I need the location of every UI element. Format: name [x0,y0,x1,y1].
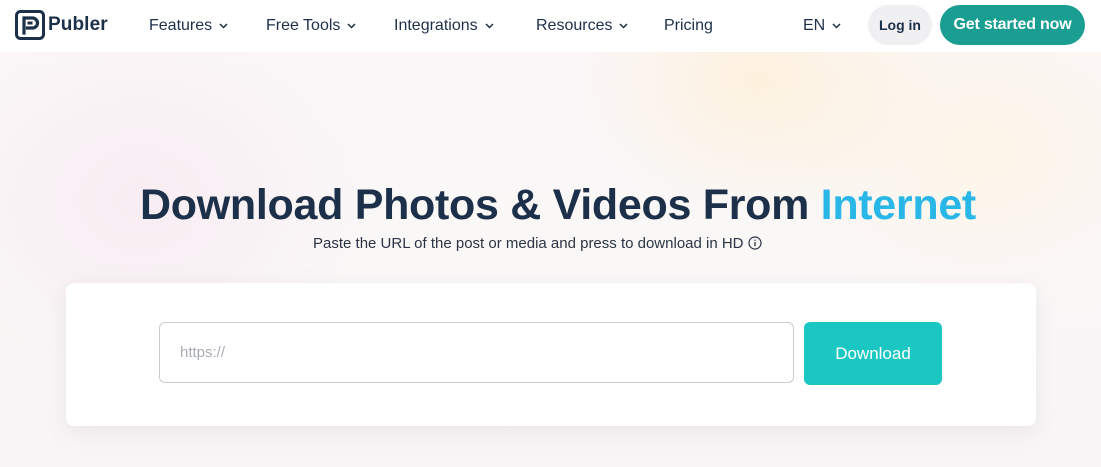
page-title-main: Download Photos & Videos From [140,180,821,229]
nav-integrations[interactable]: Integrations [394,15,494,37]
chevron-down-icon [219,23,228,29]
language-selector[interactable]: EN [803,15,841,37]
chevron-down-icon [347,23,356,29]
page-title-accent: Internet [820,180,977,229]
nav-free-tools[interactable]: Free Tools [266,15,356,37]
download-card: Download [66,283,1036,426]
download-button[interactable]: Download [804,322,942,385]
chevron-down-icon [832,23,841,29]
nav-features-label: Features [149,17,213,34]
page: Publer Features Free Tools Integrations … [0,0,1101,467]
get-started-button[interactable]: Get started now [940,5,1085,45]
language-label: EN [803,17,826,34]
nav-free-tools-label: Free Tools [266,17,341,34]
top-navbar: Publer Features Free Tools Integrations … [0,0,1101,52]
nav-resources[interactable]: Resources [536,15,629,37]
login-button[interactable]: Log in [868,5,932,45]
page-subtitle-text: Paste the URL of the post or media and p… [313,234,744,252]
nav-features[interactable]: Features [149,15,228,37]
page-title: Download Photos & Videos From Internet [0,181,1101,230]
nav-pricing[interactable]: Pricing [664,15,713,37]
nav-pricing-label: Pricing [664,17,713,34]
brand-name: Publer [48,14,108,35]
nav-resources-label: Resources [536,17,613,34]
page-subtitle: Paste the URL of the post or media and p… [313,233,762,253]
nav-integrations-label: Integrations [394,17,478,34]
brand-logo[interactable]: Publer [15,9,108,41]
publer-logo-icon [15,10,45,40]
url-input[interactable] [159,322,794,383]
chevron-down-icon [619,23,629,29]
chevron-down-icon [485,23,494,29]
info-icon[interactable] [747,236,762,250]
